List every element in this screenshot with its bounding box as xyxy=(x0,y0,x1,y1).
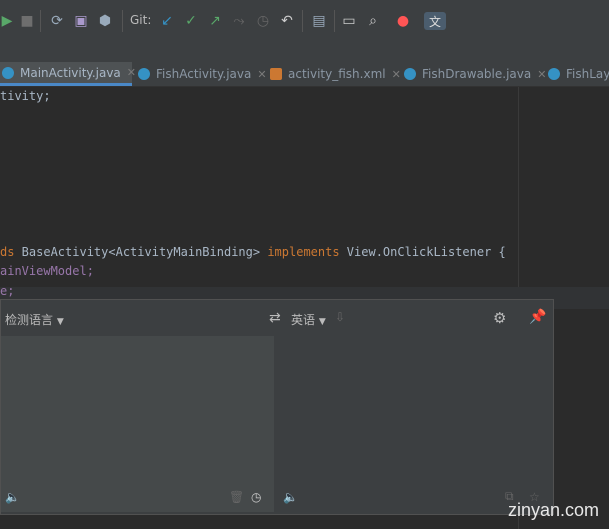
java-class-icon xyxy=(404,68,416,80)
code-line: ainViewModel; xyxy=(0,264,94,278)
update-icon[interactable]: ↙ xyxy=(158,12,176,30)
close-icon[interactable]: ✕ xyxy=(537,68,546,81)
tab-label: FishDrawable.java xyxy=(422,67,532,81)
source-language-select[interactable]: 检测语言 ▼ xyxy=(5,311,64,328)
close-icon[interactable]: ✕ xyxy=(257,68,266,81)
terminal-icon[interactable]: ▭ xyxy=(340,12,358,30)
swap-icon[interactable]: ⇄ xyxy=(269,310,281,326)
chevron-down-icon: ▼ xyxy=(56,317,64,327)
toolbar-separator xyxy=(122,10,123,32)
pin-target-icon[interactable]: ⇩ xyxy=(335,310,345,324)
close-icon[interactable]: ✕ xyxy=(127,66,136,79)
code-line: tivity; xyxy=(0,89,51,103)
watermark: zinyan.com xyxy=(507,500,599,520)
history-icon[interactable]: ◷ xyxy=(251,490,261,504)
java-class-icon xyxy=(2,66,14,79)
tab-label: activity_fish.xml xyxy=(288,67,386,81)
navigation-strip xyxy=(0,44,609,62)
code-line: e; xyxy=(0,284,15,298)
translate-icon[interactable]: 文 xyxy=(424,12,446,30)
gear-icon[interactable]: ⚙ xyxy=(493,309,506,327)
git-label: Git: xyxy=(130,13,152,27)
tab-label: FishLayo xyxy=(566,67,609,81)
source-text-area[interactable]: 🔈 🗑 ◷ xyxy=(1,336,274,512)
plugin-icon[interactable]: ● xyxy=(394,12,412,30)
commit-icon[interactable]: ✓ xyxy=(182,12,200,30)
target-language-select[interactable]: 英语 ▼ xyxy=(291,311,326,328)
toolbar-separator xyxy=(334,10,335,32)
history-icon[interactable]: ◷ xyxy=(254,12,272,30)
speaker-icon[interactable]: 🔈 xyxy=(283,490,298,504)
push-icon[interactable]: ↗ xyxy=(206,12,224,30)
stop-icon[interactable]: ■ xyxy=(18,12,36,30)
speaker-icon[interactable]: 🔈 xyxy=(5,490,20,504)
revert-icon[interactable]: ⤳ xyxy=(230,12,248,30)
tab-mainactivity[interactable]: MainActivity.java ✕ xyxy=(0,62,136,86)
close-icon[interactable]: ✕ xyxy=(392,68,401,81)
translation-header: 检测语言 ▼ ⇄ 英语 ▼ ⇩ ⚙ 📌 xyxy=(1,300,553,336)
toolbar-separator xyxy=(302,10,303,32)
tab-activity-fish-xml[interactable]: activity_fish.xml ✕ xyxy=(270,62,401,86)
tab-label: MainActivity.java xyxy=(20,65,121,80)
java-class-icon xyxy=(138,68,150,80)
device-icon[interactable]: ▣ xyxy=(72,12,90,30)
toolbar-separator xyxy=(40,10,41,32)
undo-icon[interactable]: ↶ xyxy=(278,12,296,30)
tab-label: FishActivity.java xyxy=(156,67,252,81)
run-icon[interactable]: ▶ xyxy=(0,12,16,30)
search-icon[interactable]: ⌕ xyxy=(364,12,382,30)
main-toolbar: ▶ ■ ⟳ ▣ ⬢ Git: ↙ ✓ ↗ ⤳ ◷ ↶ ▤ ▭ ⌕ ● 文 xyxy=(0,0,609,44)
code-line: ds BaseActivity<ActivityMainBinding> imp… xyxy=(0,245,506,259)
chevron-down-icon: ▼ xyxy=(318,317,326,327)
pin-icon[interactable]: 📌 xyxy=(529,309,546,325)
java-class-icon xyxy=(548,68,560,80)
tab-fishactivity[interactable]: FishActivity.java ✕ xyxy=(138,62,267,86)
target-text-area: 🔈 ⧉ ☆ xyxy=(275,336,553,512)
tab-fishdrawable[interactable]: FishDrawable.java ✕ xyxy=(404,62,546,86)
xml-file-icon xyxy=(270,68,282,80)
sdk-icon[interactable]: ⬢ xyxy=(96,12,114,30)
editor-tab-bar: MainActivity.java ✕ FishActivity.java ✕ … xyxy=(0,62,609,87)
translation-popup: 检测语言 ▼ ⇄ 英语 ▼ ⇩ ⚙ 📌 🔈 🗑 ◷ 🔈 ⧉ ☆ xyxy=(0,299,554,515)
project-icon[interactable]: ▤ xyxy=(310,12,328,30)
clear-icon[interactable]: 🗑 xyxy=(229,490,244,504)
tab-fishlayout[interactable]: FishLayo xyxy=(548,62,609,86)
sync-icon[interactable]: ⟳ xyxy=(48,12,66,30)
